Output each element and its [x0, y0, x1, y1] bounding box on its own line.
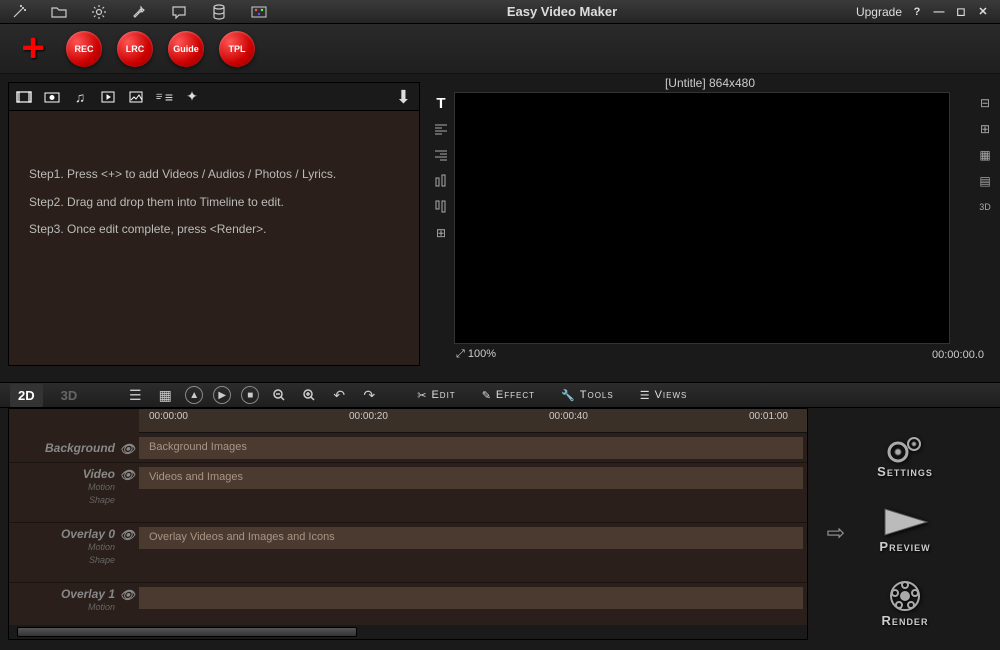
- align-top-icon[interactable]: [432, 198, 450, 216]
- preview-screen[interactable]: [454, 92, 950, 344]
- render-button[interactable]: Render: [840, 576, 970, 631]
- main-toolbar: + REC LRC Guide TPL: [0, 24, 1000, 74]
- video-tab-icon[interactable]: [15, 88, 33, 106]
- redo-icon[interactable]: ↷: [359, 385, 379, 405]
- track-background[interactable]: Background👁 Background Images: [9, 433, 807, 463]
- rec-button[interactable]: REC: [66, 31, 102, 67]
- close-icon[interactable]: ✕: [976, 5, 990, 19]
- track-video[interactable]: Video👁 Motion Shape Videos and Images: [9, 463, 807, 523]
- align-right-icon[interactable]: [432, 146, 450, 164]
- align-bottom-icon[interactable]: [432, 172, 450, 190]
- lyrics-tab-icon[interactable]: ≡: [155, 88, 173, 106]
- snap-3-icon[interactable]: ▦: [976, 146, 994, 164]
- track-body[interactable]: Background Images: [139, 437, 803, 459]
- guide-button[interactable]: Guide: [168, 31, 204, 67]
- timestamp: 00:00:00.0: [932, 349, 984, 361]
- database-icon[interactable]: [210, 3, 228, 21]
- views-menu[interactable]: ☰ Views: [632, 389, 696, 402]
- eye-icon[interactable]: 👁: [120, 442, 135, 456]
- undo-icon[interactable]: ↶: [329, 385, 349, 405]
- wrench-icon[interactable]: [130, 3, 148, 21]
- scrollbar-thumb[interactable]: [17, 627, 357, 637]
- folder-icon[interactable]: [50, 3, 68, 21]
- eye-icon[interactable]: 👁: [120, 528, 135, 542]
- track-body[interactable]: Videos and Images: [139, 467, 803, 489]
- gear-icon[interactable]: [90, 3, 108, 21]
- step-3: Step3. Once edit complete, press <Render…: [29, 216, 399, 244]
- maximize-icon[interactable]: ◻: [954, 5, 968, 19]
- media-panel: ♫ ≡ ✦ ⬇ Step1. Press <+> to add Videos /…: [8, 82, 420, 366]
- text-align-tools: T ⊞: [432, 94, 452, 242]
- track-body[interactable]: [139, 587, 803, 609]
- tpl-button[interactable]: TPL: [219, 31, 255, 67]
- track-body[interactable]: Overlay Videos and Images and Icons: [139, 527, 803, 549]
- effect-menu[interactable]: ✎ Effect: [474, 389, 543, 402]
- preview-footer: ⤢ 100% 00:00:00.0: [428, 344, 992, 365]
- effect-tab-icon[interactable]: ✦: [183, 88, 201, 106]
- preview-button[interactable]: Preview: [840, 502, 970, 557]
- ruler-40: 00:00:40: [549, 411, 588, 422]
- play-icon[interactable]: ▶: [213, 386, 231, 404]
- list-icon[interactable]: ☰: [125, 385, 145, 405]
- upgrade-link[interactable]: Upgrade: [856, 5, 902, 19]
- image-tab-icon[interactable]: [127, 88, 145, 106]
- eye-icon[interactable]: 👁: [120, 588, 135, 602]
- snap-4-icon[interactable]: ▤: [976, 172, 994, 190]
- top-menu-left: [10, 3, 268, 21]
- fullscreen-icon[interactable]: ⤢ 100%: [456, 348, 496, 361]
- tab-2d[interactable]: 2D: [10, 384, 43, 407]
- lrc-button[interactable]: LRC: [117, 31, 153, 67]
- download-icon[interactable]: ⬇: [396, 87, 411, 108]
- grid-view-icon[interactable]: ▦: [155, 385, 175, 405]
- snap-3d-icon[interactable]: 3D: [976, 198, 994, 216]
- media-tabs: ♫ ≡ ✦: [9, 83, 419, 111]
- app-title: Easy Video Maker: [268, 4, 856, 19]
- preview-panel: [Untitle] 864x480 T ⊞ ⊟ ⊞ ▦ ▤ 3D ⤢ 100% …: [428, 74, 992, 366]
- timeline-toolbar: 2D 3D ☰ ▦ ▲ ▶ ■ ↶ ↷ ✂ Edit ✎ Effect 🔧 To…: [0, 382, 1000, 408]
- snap-tools: ⊟ ⊞ ▦ ▤ 3D: [976, 94, 996, 216]
- text-T-icon[interactable]: T: [432, 94, 450, 112]
- right-actions: Settings Preview Render: [820, 420, 990, 640]
- step-2: Step2. Drag and drop them into Timeline …: [29, 189, 399, 217]
- ruler-60: 00:01:00: [749, 411, 788, 422]
- middle-area: ♫ ≡ ✦ ⬇ Step1. Press <+> to add Videos /…: [0, 74, 1000, 374]
- preview-title: [Untitle] 864x480: [428, 74, 992, 92]
- timeline-scrollbar[interactable]: [9, 625, 807, 639]
- audio-tab-icon[interactable]: ♫: [71, 88, 89, 106]
- add-media-button[interactable]: +: [15, 31, 51, 67]
- ruler-0: 00:00:00: [149, 411, 188, 422]
- help-steps: Step1. Press <+> to add Videos / Audios …: [9, 111, 419, 294]
- snap-1-icon[interactable]: ⊟: [976, 94, 994, 112]
- tools-menu[interactable]: 🔧 Tools: [553, 389, 622, 402]
- grid-icon[interactable]: ⊞: [432, 224, 450, 242]
- zoom-value: 100%: [468, 348, 496, 360]
- eye-icon[interactable]: 👁: [120, 468, 135, 482]
- zoom-out-icon[interactable]: [269, 385, 289, 405]
- stop-icon[interactable]: ■: [241, 386, 259, 404]
- edit-menu[interactable]: ✂ Edit: [409, 389, 463, 402]
- colors-icon[interactable]: [250, 3, 268, 21]
- time-ruler[interactable]: 00:00:00 00:00:20 00:00:40 00:01:00: [139, 409, 807, 433]
- track-overlay0[interactable]: Overlay 0👁 Motion Shape Overlay Videos a…: [9, 523, 807, 583]
- minimize-icon[interactable]: —: [932, 5, 946, 19]
- timeline: 00:00:00 00:00:20 00:00:40 00:01:00 Back…: [8, 408, 808, 640]
- snap-2-icon[interactable]: ⊞: [976, 120, 994, 138]
- wand-icon[interactable]: [10, 3, 28, 21]
- top-menubar: Easy Video Maker Upgrade ? — ◻ ✕: [0, 0, 1000, 24]
- ruler-20: 00:00:20: [349, 411, 388, 422]
- chat-icon[interactable]: [170, 3, 188, 21]
- help-icon[interactable]: ?: [910, 5, 924, 19]
- tab-3d[interactable]: 3D: [53, 384, 86, 407]
- zoom-in-icon[interactable]: [299, 385, 319, 405]
- step-1: Step1. Press <+> to add Videos / Audios …: [29, 161, 399, 189]
- photo-tab-icon[interactable]: [43, 88, 61, 106]
- text-tab-icon[interactable]: [99, 88, 117, 106]
- settings-button[interactable]: Settings: [840, 429, 970, 484]
- up-icon[interactable]: ▲: [185, 386, 203, 404]
- window-controls: Upgrade ? — ◻ ✕: [856, 5, 990, 19]
- align-left-icon[interactable]: [432, 120, 450, 138]
